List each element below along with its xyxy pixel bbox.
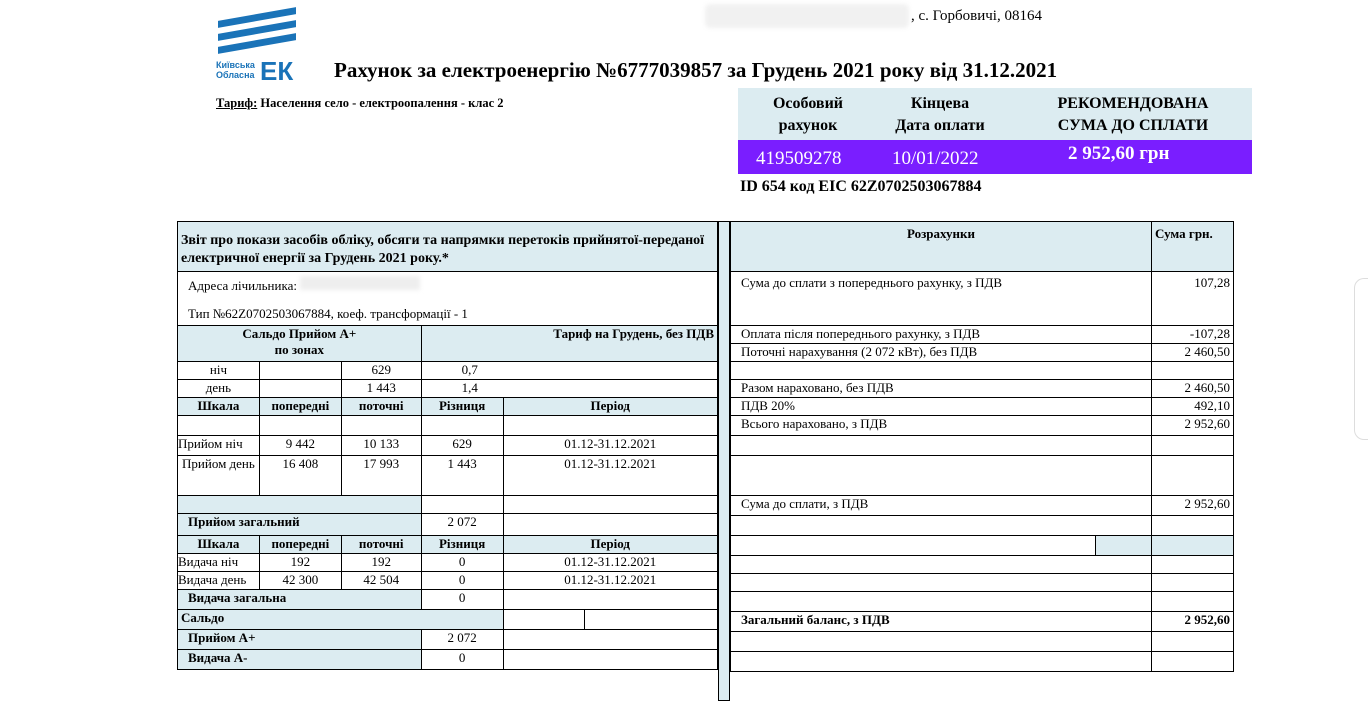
table-row: Прийом ніч 9 442 10 133 629 01.12-31.12.2021 (177, 435, 719, 456)
meter-address-label: Адреса лічильника: (188, 278, 297, 293)
account-header: Особовий рахунок (772, 95, 843, 134)
table-separator (718, 221, 730, 701)
customer-address: , с. Горбовичі, 08164 (911, 8, 1042, 24)
table-row: Видача день 42 300 42 504 0 01.12-31.12.2021 (177, 571, 719, 590)
tariff-line: Тариф: Населення село - електроопалення … (216, 96, 504, 110)
output-columns: Шкала попередні поточні Різниця Період (177, 535, 719, 554)
eic-code: ID 654 код EIC 62Z0702503067884 (740, 178, 982, 195)
zone-row: ніч 629 0,7 (177, 361, 719, 380)
readings-title: Звіт про покази засобів обліку, обсяги т… (177, 221, 718, 272)
due-date-header: Кінцева Дата оплати (895, 95, 985, 134)
intake-total-label: Прийом загальний (177, 513, 422, 536)
meter-readings-table: Звіт про покази засобів обліку, обсяги т… (177, 221, 719, 670)
account-number: 419509278 (756, 148, 842, 169)
recommended-amount: 2 952,60 грн (1068, 143, 1170, 164)
table-row: Прийом день 16 408 17 993 1 443 01.12-31.12.… (177, 455, 719, 496)
bill-title: Рахунок за електроенергію №6777039857 за… (334, 58, 1058, 82)
output-a-value: 0 (420, 649, 504, 670)
table-row: Сума до сплати, з ПДВ 2 952,60 (730, 495, 1234, 516)
intake-total: 2 072 (420, 513, 504, 536)
company-logo: Київська Обласна ЕК (216, 7, 298, 88)
sum-header: Сума грн. (1151, 221, 1234, 272)
output-a-label: Видача А- (177, 649, 422, 670)
calculations-header: Розрахунки (730, 221, 1152, 272)
table-row: Оплата після попереднього рахунку, з ПДВ… (730, 325, 1234, 344)
due-date: 10/01/2022 (892, 148, 979, 169)
table-row: Поточні нарахування (2 072 кВт), без ПДВ… (730, 343, 1234, 362)
table-row: ПДВ 20% 492,10 (730, 397, 1234, 416)
recommended-amount-header: РЕКОМЕНДОВАНА СУМА ДО СПЛАТИ (1057, 95, 1209, 134)
summary-box: Особовий рахунок Кінцева Дата оплати РЕКОМ… (738, 88, 1252, 174)
calculations-table: Розрахунки Сума грн. Сума до сплати з по… (730, 221, 1234, 672)
output-total-label: Видача загальна (177, 589, 422, 610)
table-row: Сума до сплати з попереднього рахунку, з… (730, 271, 1234, 326)
logo-mark: ЕК (260, 56, 294, 86)
saldo-zones-header: Сальдо Прийом А+ по зонах (177, 325, 422, 362)
output-total: 0 (420, 589, 504, 610)
scroll-handle[interactable] (1354, 278, 1368, 440)
tariff-header: Тариф на Грудень, без ПДВ (420, 325, 719, 362)
intake-columns: Шкала попередні поточні Різниця Період (177, 397, 719, 416)
table-row: Разом нараховано, без ПДВ 2 460,50 (730, 379, 1234, 398)
intake-a-label: Прийом А+ (177, 629, 422, 650)
saldo-label: Сальдо (177, 609, 504, 630)
meter-type: Тип №62Z0702503067884, коеф. трансформац… (188, 306, 468, 321)
table-row: Загальний баланс, з ПДВ 2 952,60 (730, 611, 1234, 632)
zone-row: день 1 443 1,4 (177, 379, 719, 398)
redacted-name (705, 4, 909, 28)
redacted-meter-address (300, 276, 421, 290)
intake-a-value: 2 072 (420, 629, 504, 650)
table-row: Видача ніч 192 192 0 01.12-31.12.2021 (177, 553, 719, 572)
table-row: Всього нараховано, з ПДВ 2 952,60 (730, 415, 1234, 436)
logo-text: Київська Обласна (216, 60, 255, 80)
